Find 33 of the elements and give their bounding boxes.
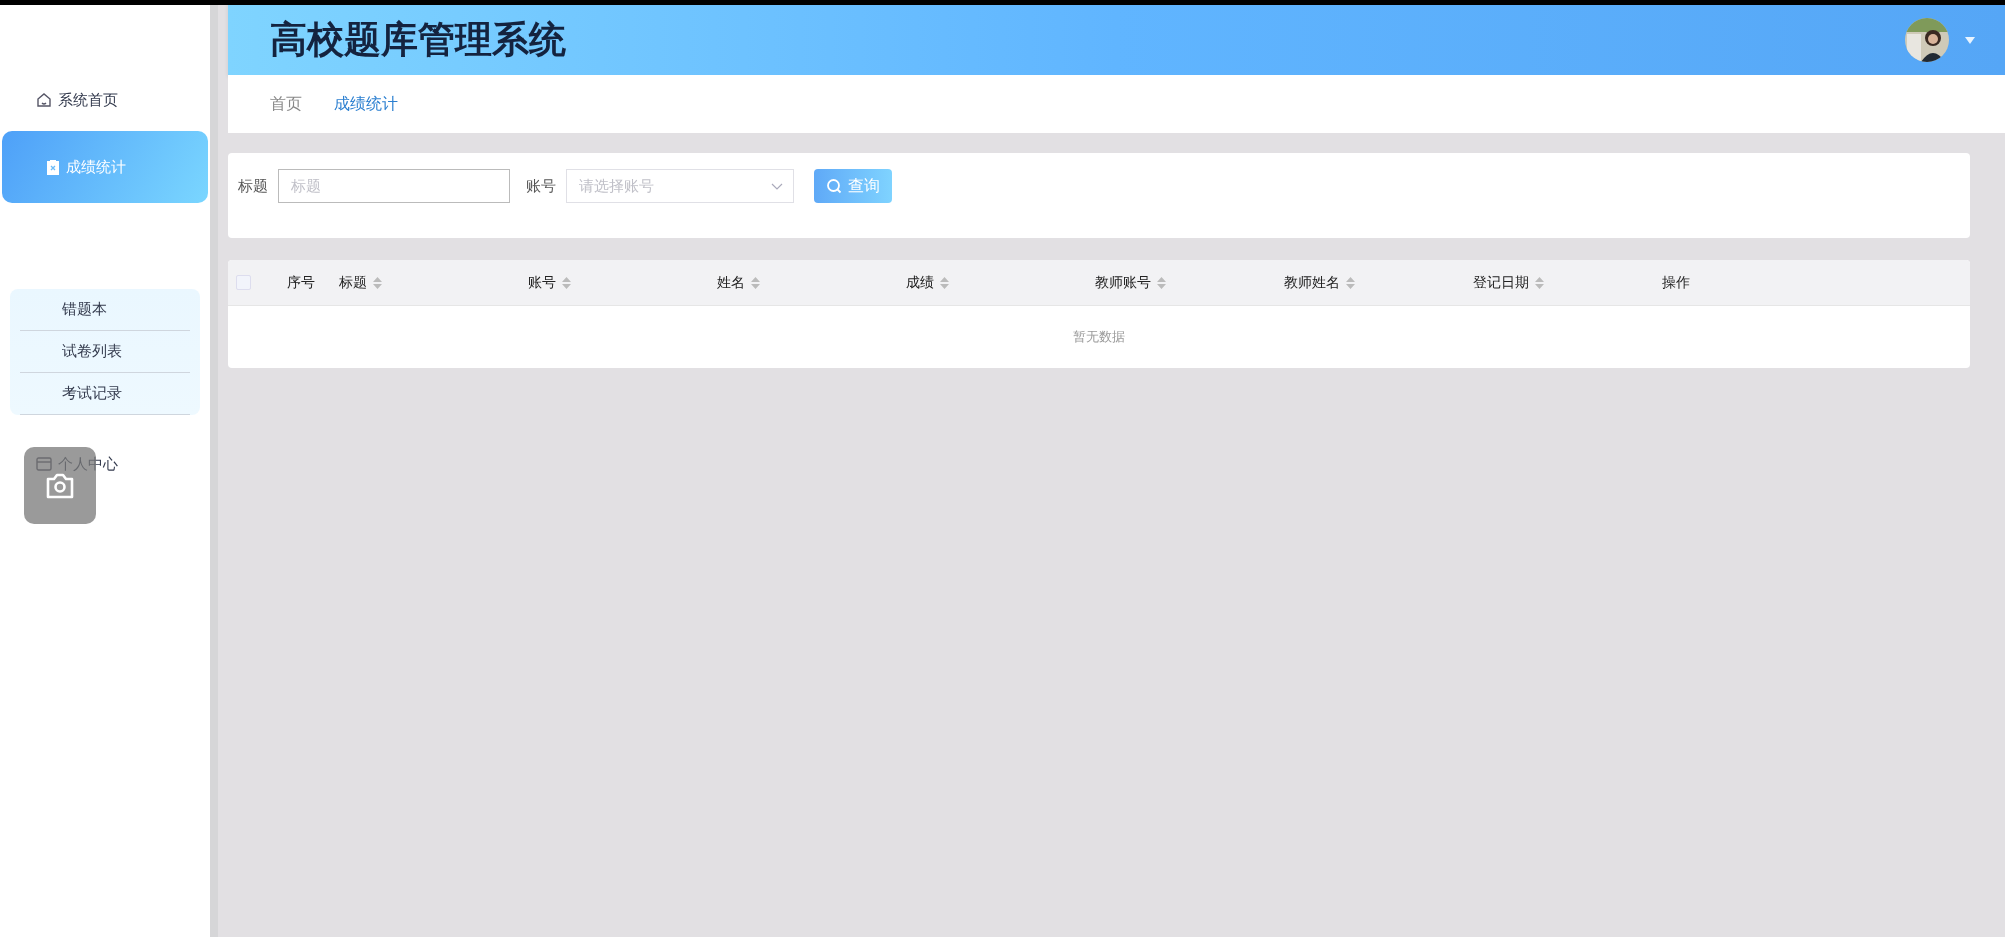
- column-header: 登记日期: [1473, 273, 1529, 292]
- column-header: 序号: [287, 273, 315, 292]
- caret-icon[interactable]: [1965, 36, 1975, 44]
- app-title: 高校题库管理系统: [270, 17, 566, 63]
- submenu-item[interactable]: 试卷列表: [20, 331, 190, 373]
- sort-icon[interactable]: [373, 276, 382, 289]
- submenu-item[interactable]: 错题本: [20, 289, 190, 331]
- sort-icon[interactable]: [1535, 276, 1544, 289]
- submenu-item[interactable]: 考试记录: [20, 373, 190, 415]
- sort-icon[interactable]: [1346, 276, 1355, 289]
- breadcrumb-link[interactable]: 首页: [270, 93, 302, 115]
- column-header: 标题: [339, 273, 367, 292]
- column-header: 账号: [528, 273, 556, 292]
- column-header: 教师姓名: [1284, 273, 1340, 292]
- sort-icon[interactable]: [562, 276, 571, 289]
- home-icon: [36, 92, 52, 108]
- column-header: 姓名: [717, 273, 745, 292]
- chevron-icon: [771, 182, 783, 190]
- column-header: 教师账号: [1095, 273, 1151, 292]
- sort-icon[interactable]: [1157, 276, 1166, 289]
- sort-icon[interactable]: [940, 276, 949, 289]
- camera-icon: [45, 472, 75, 499]
- search-icon: [826, 178, 842, 194]
- column-header: 成绩: [906, 273, 934, 292]
- sidebar-item[interactable]: 系统首页: [2, 83, 208, 117]
- column-header: 操作: [1662, 273, 1690, 292]
- title-input[interactable]: 标题: [278, 169, 510, 203]
- breadcrumb-link[interactable]: 成绩统计: [334, 93, 398, 115]
- empty-message: 暂无数据: [1073, 328, 1125, 346]
- field-label: 标题: [238, 176, 268, 197]
- sort-icon[interactable]: [751, 276, 760, 289]
- clipboard-icon: [46, 159, 60, 175]
- field-label: 账号: [526, 176, 556, 197]
